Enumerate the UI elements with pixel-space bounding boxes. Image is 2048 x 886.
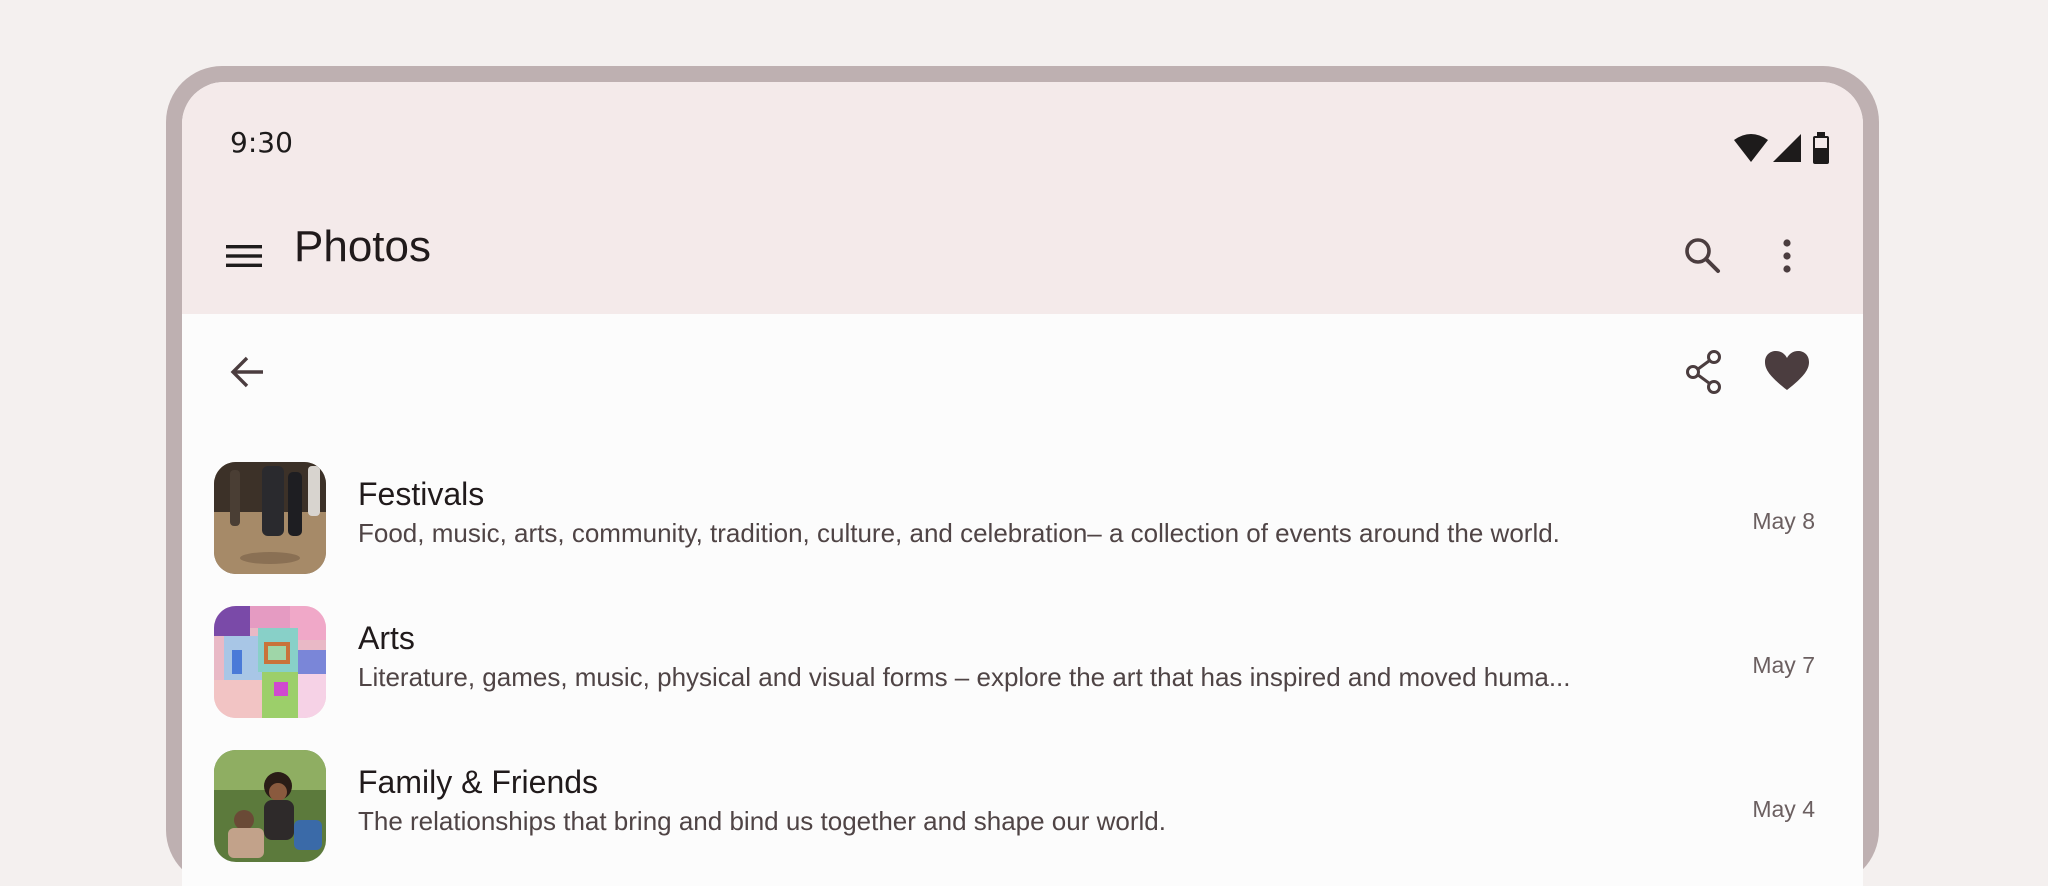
album-thumbnail bbox=[214, 750, 326, 862]
album-title: Arts bbox=[358, 620, 415, 656]
list-item[interactable]: Festivals Food, music, arts, community, … bbox=[182, 442, 1863, 582]
album-date: May 7 bbox=[1752, 652, 1815, 678]
wifi-icon bbox=[1734, 134, 1768, 162]
status-time: 9:30 bbox=[230, 126, 293, 159]
list-item[interactable]: Family & Friends The relationships that … bbox=[182, 730, 1863, 870]
app-title: Photos bbox=[294, 222, 431, 271]
heart-icon bbox=[1765, 351, 1809, 390]
album-thumbnail bbox=[214, 606, 326, 718]
top-app-bar: 9:30 Photos bbox=[182, 82, 1863, 314]
album-date: May 8 bbox=[1752, 508, 1815, 534]
more-options-button[interactable] bbox=[1759, 228, 1815, 284]
search-button[interactable] bbox=[1675, 228, 1731, 284]
album-title: Festivals bbox=[358, 476, 485, 512]
album-date: May 4 bbox=[1752, 796, 1815, 822]
album-description: The relationships that bring and bind us… bbox=[358, 806, 1166, 836]
search-icon bbox=[1685, 238, 1720, 273]
menu-icon bbox=[226, 245, 262, 267]
screen: 9:30 Photos Festivals Food, music, arts,… bbox=[182, 82, 1863, 886]
share-button[interactable] bbox=[1677, 344, 1733, 400]
list-item[interactable]: Arts Literature, games, music, physical … bbox=[182, 586, 1863, 726]
favorite-button[interactable] bbox=[1759, 344, 1815, 400]
device-frame: 9:30 Photos Festivals Food, music, arts,… bbox=[166, 66, 1879, 886]
status-icons bbox=[1733, 132, 1843, 164]
cellular-signal-icon bbox=[1773, 134, 1801, 162]
back-button[interactable] bbox=[220, 344, 276, 400]
arrow-back-icon bbox=[230, 356, 263, 388]
album-title: Family & Friends bbox=[358, 764, 599, 800]
share-icon bbox=[1686, 350, 1721, 394]
menu-button[interactable] bbox=[218, 230, 270, 282]
album-description: Literature, games, music, physical and v… bbox=[358, 662, 1571, 692]
battery-icon bbox=[1813, 132, 1829, 164]
album-description: Food, music, arts, community, tradition,… bbox=[358, 518, 1560, 548]
album-thumbnail bbox=[214, 462, 326, 574]
more-vert-icon bbox=[1783, 239, 1791, 273]
